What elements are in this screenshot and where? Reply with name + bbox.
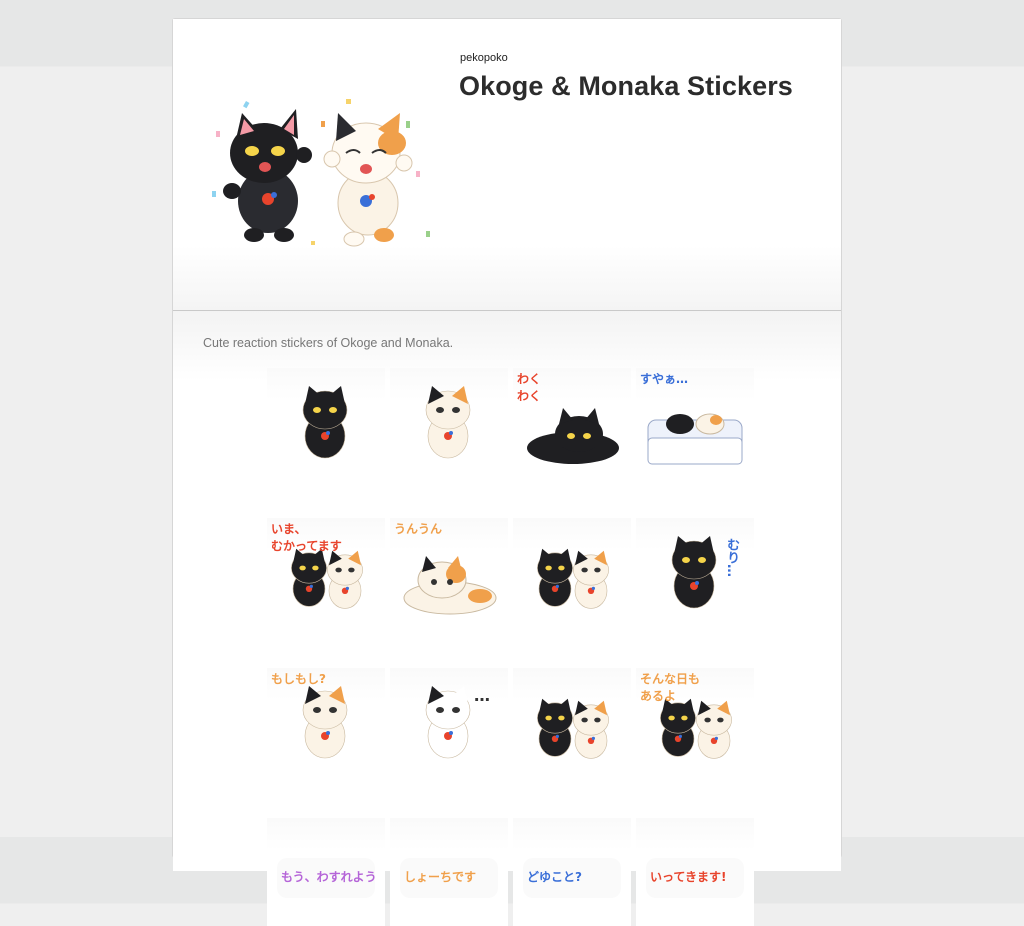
sticker-cats-cheering[interactable] <box>513 518 631 626</box>
sticker-caption: すやぁ… <box>640 372 689 386</box>
sticker-cats-sleeping[interactable]: すやぁ… <box>636 368 754 476</box>
sticker-caption: もしもし? <box>271 672 326 686</box>
sticker-sticker-forgot[interactable]: もう、わすれよう <box>267 818 385 926</box>
sticker-calico-cat-shocked[interactable]: … <box>390 668 508 776</box>
sticker-caption: … <box>474 686 490 705</box>
sticker-caption: もう、わすれよう <box>281 870 377 884</box>
sticker-sticker-what[interactable]: どゆこと? <box>513 818 631 926</box>
sticker-calico-cat-phone[interactable]: もしもし? <box>267 668 385 776</box>
sticker-calico-cat-crying[interactable] <box>390 368 508 476</box>
main-sticker-image <box>206 91 436 261</box>
sticker-sticker-shoganai[interactable]: しょーちです <box>390 818 508 926</box>
creator-name[interactable]: pekopoko <box>460 52 508 64</box>
sticker-caption: どゆこと? <box>527 870 582 884</box>
sticker-caption: いま、 むかってます <box>271 522 342 553</box>
product-header: pekopoko Okoge & Monaka Stickers <box>173 19 841 311</box>
page-title: Okoge & Monaka Stickers <box>459 71 793 101</box>
sticker-cats-running[interactable]: いま、 むかってます <box>267 518 385 626</box>
sticker-description: Cute reaction stickers of Okoge and Mona… <box>203 336 454 350</box>
sticker-cats-comfort[interactable]: そんな日も あるよ <box>636 668 754 776</box>
sticker-cats-love[interactable] <box>513 668 631 776</box>
sticker-caption: いってきます! <box>650 870 727 884</box>
sticker-sticker-going[interactable]: いってきます! <box>636 818 754 926</box>
sticker-caption: そんな日も あるよ <box>640 672 701 703</box>
sticker-black-cat-angry[interactable] <box>267 368 385 476</box>
sticker-black-cat-refusing[interactable]: むり… <box>636 518 754 626</box>
sticker-caption: うんうん <box>394 522 443 536</box>
sticker-calico-cat-lying[interactable]: うんうん <box>390 518 508 626</box>
sticker-caption: しょーちです <box>404 870 477 884</box>
sticker-black-cat-lying-excited[interactable]: わく わく <box>513 368 631 476</box>
sticker-section: Cute reaction stickers of Okoge and Mona… <box>173 311 841 926</box>
sticker-product-card: pekopoko Okoge & Monaka Stickers Cute re… <box>172 18 842 926</box>
sticker-caption: わく わく <box>517 372 542 403</box>
sticker-caption: むり… <box>724 538 739 577</box>
